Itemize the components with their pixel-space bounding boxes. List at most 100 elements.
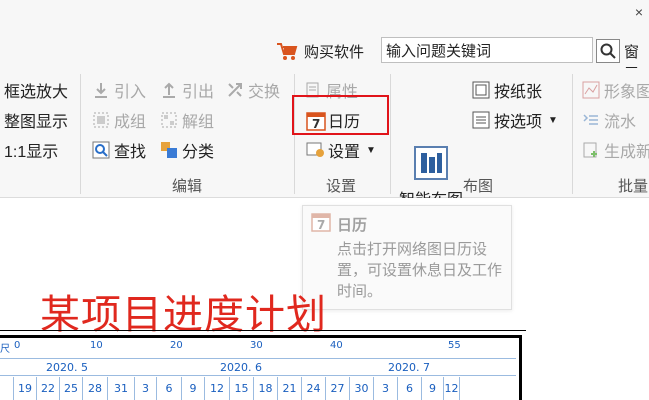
close-icon[interactable]: × <box>635 4 643 20</box>
day-cell: 18 <box>254 377 278 400</box>
day-cell: 15 <box>230 377 254 400</box>
actual-size-label: 1:1显示 <box>4 144 59 161</box>
day-cell: 19 <box>14 377 37 400</box>
by-option-label: 按选项 <box>494 114 543 131</box>
fit-all-button[interactable]: 整图显示 <box>4 108 68 132</box>
search-input[interactable] <box>381 37 593 63</box>
shape-diagram-icon <box>582 81 600 99</box>
settings-label: 设置 <box>328 144 361 161</box>
shape-diagram-label: 形象图 <box>604 84 649 101</box>
month-label: 2020. 5 <box>46 361 88 374</box>
classify-label: 分类 <box>182 144 215 161</box>
day-cell: 3 <box>135 377 157 400</box>
ruler-tick: 40 <box>330 340 343 351</box>
day-cell: 27 <box>326 377 350 400</box>
separator <box>572 74 573 194</box>
search-icon <box>600 43 616 59</box>
tooltip-title-text: 日历 <box>337 216 368 234</box>
day-cell: 30 <box>350 377 374 400</box>
ruler-tick: 20 <box>170 340 183 351</box>
calendar-icon: 7 <box>311 212 331 236</box>
day-cell: 31 <box>108 377 135 400</box>
day-cell: 9 <box>422 377 444 400</box>
calendar-tooltip: 7 日历 点击打开网络图日历设置，可设置休息日及工作时间。 <box>302 205 512 310</box>
tooltip-title: 7 日历 <box>311 212 367 236</box>
chevron-down-icon: ▼ <box>548 114 558 126</box>
generate-new-icon <box>582 141 600 159</box>
by-option-button[interactable]: 按选项 ▼ <box>472 108 558 132</box>
day-cell: 22 <box>37 377 60 400</box>
day-cell: 28 <box>83 377 108 400</box>
day-cell: 3 <box>374 377 398 400</box>
shape-diagram-button[interactable]: 形象图 <box>582 78 649 102</box>
ruler-tick: 30 <box>250 340 263 351</box>
month-row: 2020. 5 2020. 6 2020. 7 <box>0 358 516 376</box>
flow-icon <box>582 111 600 129</box>
day-cell: 9 <box>182 377 205 400</box>
settings-group-label: 设置 <box>326 178 357 195</box>
day-cell: 25 <box>60 377 83 400</box>
flow-button[interactable]: 流水 <box>582 108 636 132</box>
swap-icon <box>226 81 244 99</box>
day-cell <box>0 377 14 400</box>
ruler-tick: 10 <box>90 340 103 351</box>
calendar-highlight <box>292 95 389 135</box>
month-label: 2020. 6 <box>220 361 262 374</box>
edit-group-label: 编辑 <box>172 178 203 195</box>
by-paper-label: 按纸张 <box>494 84 543 101</box>
settings-button[interactable]: 设置 ▼ <box>306 138 376 162</box>
generate-new-label: 生成新 <box>604 144 649 161</box>
group-button[interactable]: 成组 <box>92 108 146 132</box>
ruler-tick: 55 <box>448 340 461 351</box>
import-icon <box>92 81 110 99</box>
chevron-down-icon: ▼ <box>366 144 376 156</box>
by-paper-button[interactable]: 按纸张 <box>472 78 542 102</box>
ruler-label: 尺 <box>0 344 10 355</box>
month-label: 2020. 7 <box>388 361 430 374</box>
tooltip-description: 点击打开网络图日历设置，可设置休息日及工作时间。 <box>337 241 503 300</box>
separator <box>390 74 391 194</box>
flow-label: 流水 <box>604 114 637 131</box>
batch-group-label: 批量 <box>618 178 649 195</box>
zoom-box-button[interactable]: 框选放大 <box>4 78 68 102</box>
day-cell: 24 <box>302 377 326 400</box>
separator <box>80 74 81 194</box>
import-label: 引入 <box>114 84 147 101</box>
export-icon <box>160 81 178 99</box>
cart-icon <box>276 41 298 61</box>
day-cell: 6 <box>157 377 182 400</box>
layout-group-label: 布图 <box>463 178 494 195</box>
ruler-tick: 0 <box>14 340 21 351</box>
export-button[interactable]: 引出 <box>160 78 214 102</box>
group-label: 成组 <box>114 114 147 131</box>
import-button[interactable]: 引入 <box>92 78 146 102</box>
day-cell: 12 <box>205 377 230 400</box>
find-icon <box>92 141 110 159</box>
day-cell: 21 <box>278 377 302 400</box>
fit-all-label: 整图显示 <box>4 114 69 131</box>
ungroup-label: 解组 <box>182 114 215 131</box>
buy-software-button[interactable]: 购买软件 <box>276 39 364 63</box>
paper-icon <box>472 81 490 99</box>
buy-software-label: 购买软件 <box>304 43 365 61</box>
smart-layout-icon <box>414 146 448 180</box>
find-label: 查找 <box>114 144 147 161</box>
swap-button[interactable]: 交换 <box>226 78 280 102</box>
time-ruler: 尺 0 10 20 30 40 55 <box>0 340 516 356</box>
settings-icon <box>306 141 324 159</box>
find-button[interactable]: 查找 <box>92 138 146 162</box>
classify-icon <box>160 141 178 159</box>
day-cell: 6 <box>398 377 422 400</box>
generate-new-button[interactable]: 生成新 <box>582 138 649 162</box>
day-cell: 12 <box>444 377 460 400</box>
svg-text:7: 7 <box>317 218 325 232</box>
zoom-box-label: 框选放大 <box>4 84 69 101</box>
classify-button[interactable]: 分类 <box>160 138 214 162</box>
option-list-icon <box>472 111 490 129</box>
ungroup-icon <box>160 111 178 129</box>
search-button[interactable] <box>596 39 620 63</box>
export-label: 引出 <box>182 84 215 101</box>
ungroup-button[interactable]: 解组 <box>160 108 214 132</box>
actual-size-button[interactable]: 1:1显示 <box>4 138 58 162</box>
group-icon <box>92 111 110 129</box>
